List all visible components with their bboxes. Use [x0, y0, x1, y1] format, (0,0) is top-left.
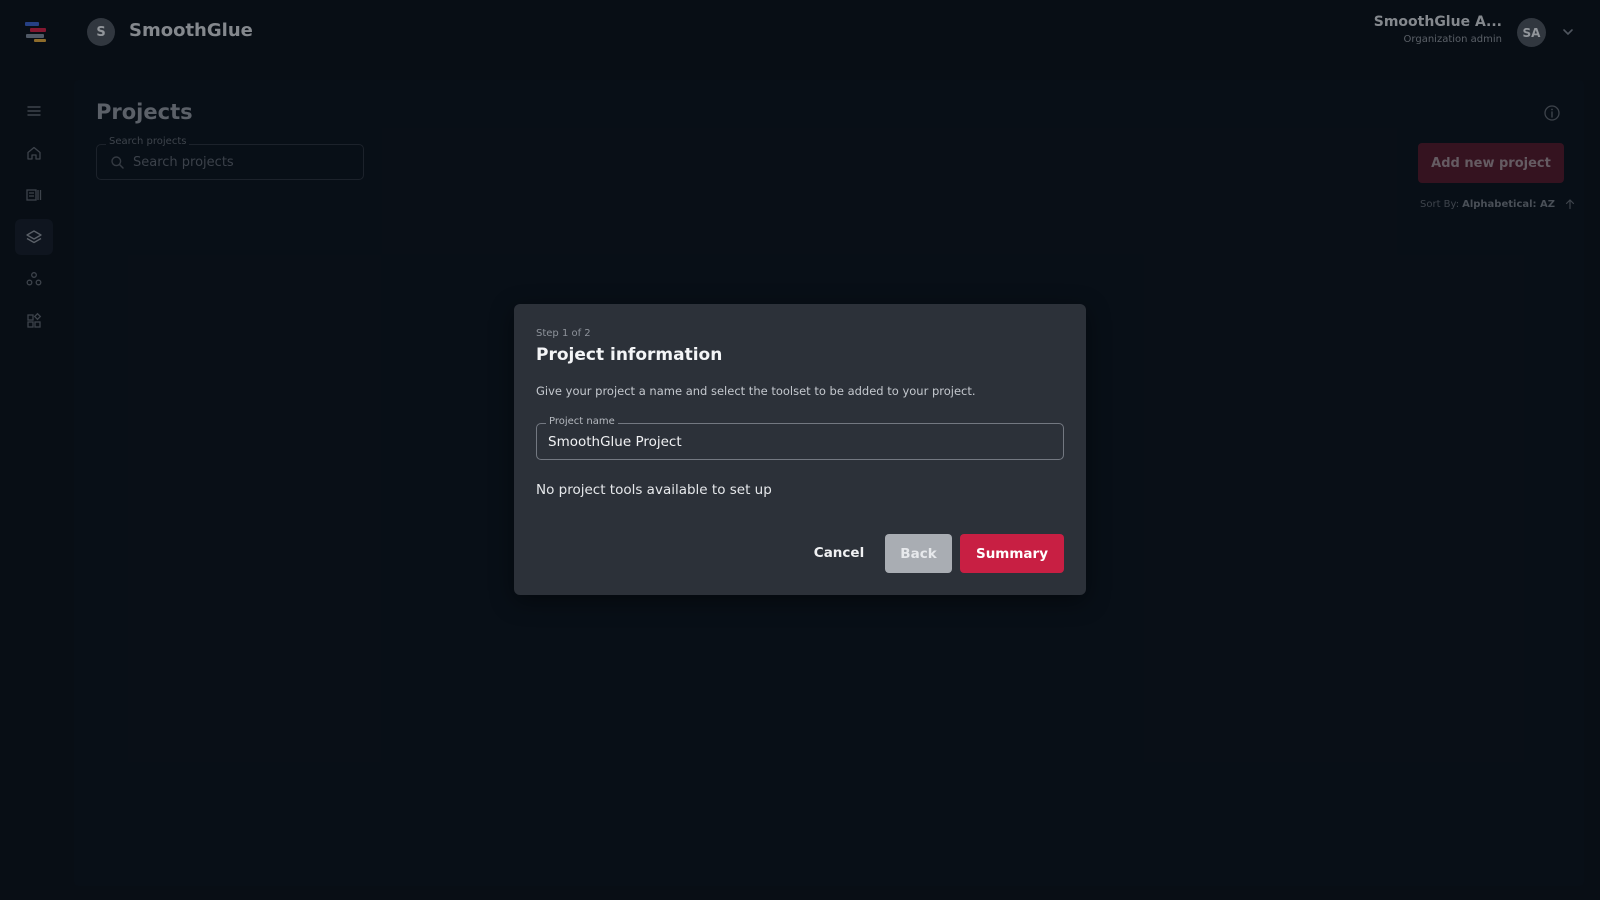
project-information-dialog: Step 1 of 2 Project information Give you…: [514, 304, 1086, 595]
dialog-description: Give your project a name and select the …: [536, 384, 976, 398]
app-root: S SmoothGlue SmoothGlue A... Organizatio…: [0, 0, 1600, 900]
summary-button[interactable]: Summary: [960, 534, 1064, 573]
project-name-label: Project name: [546, 416, 618, 427]
cancel-button[interactable]: Cancel: [804, 534, 874, 572]
project-name-input[interactable]: [548, 432, 1048, 452]
back-button[interactable]: Back: [885, 534, 952, 573]
project-name-field[interactable]: Project name: [536, 416, 1064, 460]
dialog-title: Project information: [536, 345, 723, 365]
empty-tools-message: No project tools available to set up: [536, 482, 772, 498]
step-indicator: Step 1 of 2: [536, 328, 591, 339]
